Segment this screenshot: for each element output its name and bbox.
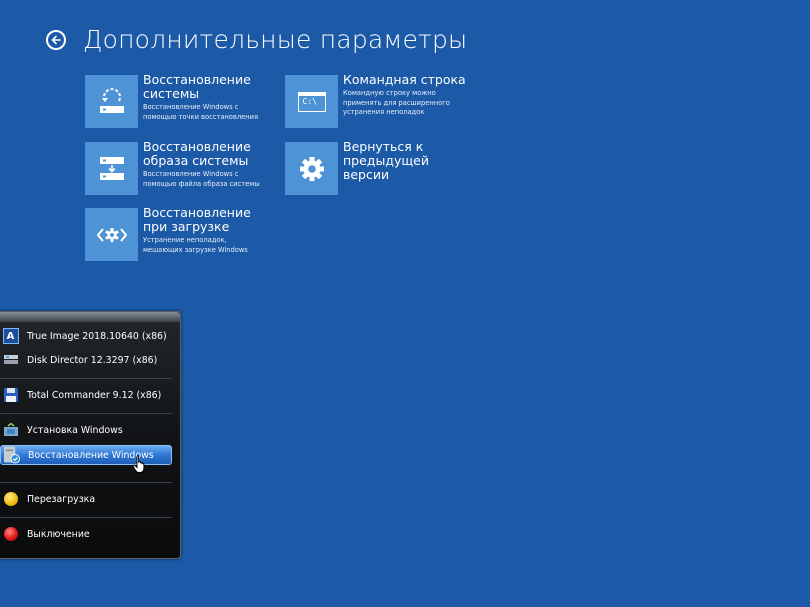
menu-separator [0, 482, 172, 483]
tile-title: Восстановление системы [143, 72, 251, 101]
back-arrow-icon [51, 35, 61, 45]
tile-description: Устранение неполадок, мешающих загрузке … [143, 236, 248, 254]
acronis-icon: A [2, 328, 19, 345]
command-prompt-glyph: C:\ [302, 96, 317, 106]
header: Дополнительные параметры [46, 22, 467, 58]
shutdown-icon [2, 526, 19, 543]
tile-title: Вернуться к предыдущей версии [343, 139, 429, 182]
tile-previous-version[interactable]: Вернуться к предыдущей версии [285, 139, 468, 195]
menu-separator [0, 378, 172, 379]
menu-item-windows-setup[interactable]: Установка Windows [0, 420, 172, 440]
page-title: Дополнительные параметры [83, 25, 468, 54]
boot-menu: A True Image 2018.10640 (x86) Disk Direc… [0, 311, 181, 559]
menu-item-label: Установка Windows [27, 424, 123, 436]
system-restore-icon [85, 75, 138, 128]
menu-item-label: True Image 2018.10640 (x86) [27, 330, 167, 342]
menu-item-label: Disk Director 12.3297 (x86) [27, 354, 158, 366]
restart-icon [2, 491, 19, 508]
disk-director-icon [2, 352, 19, 369]
gear-icon [285, 142, 338, 195]
image-recovery-icon [85, 142, 138, 195]
tile-description: Восстановление Windows с помощью файла о… [143, 170, 260, 188]
back-button[interactable] [46, 30, 66, 50]
startup-repair-icon [85, 208, 138, 261]
menu-separator [0, 413, 172, 414]
tile-description: Восстановление Windows с помощью точки в… [143, 103, 258, 121]
menu-item-label: Перезагрузка [27, 493, 96, 505]
tile-command-prompt[interactable]: C:\ Командная строка Командную строку мо… [285, 72, 468, 128]
tile-description: Командную строку можно применять для рас… [343, 89, 450, 116]
menu-item-restart[interactable]: Перезагрузка [0, 489, 172, 509]
windows-recovery-icon [3, 446, 20, 464]
tile-title: Восстановление образа системы [143, 139, 251, 168]
hand-cursor-icon [132, 455, 145, 473]
command-prompt-icon: C:\ [285, 75, 338, 128]
tile-title: Командная строка [343, 72, 466, 87]
menu-item-disk-director[interactable]: Disk Director 12.3297 (x86) [0, 350, 172, 370]
menu-top-bar [0, 312, 180, 322]
menu-item-label: Total Commander 9.12 (x86) [27, 389, 162, 401]
tile-image-recovery[interactable]: Восстановление образа системы Восстановл… [85, 139, 268, 195]
tile-title: Восстановление при загрузке [143, 205, 251, 234]
tile-system-restore[interactable]: Восстановление системы Восстановление Wi… [85, 72, 268, 128]
floppy-icon [2, 387, 19, 404]
windows-setup-icon [2, 422, 19, 439]
menu-item-total-commander[interactable]: Total Commander 9.12 (x86) [0, 385, 172, 405]
menu-separator [0, 517, 172, 518]
menu-item-label: Выключение [27, 528, 90, 540]
tile-startup-repair[interactable]: Восстановление при загрузке Устранение н… [85, 205, 268, 261]
menu-item-shutdown[interactable]: Выключение [0, 524, 172, 544]
menu-item-true-image[interactable]: A True Image 2018.10640 (x86) [0, 326, 172, 346]
